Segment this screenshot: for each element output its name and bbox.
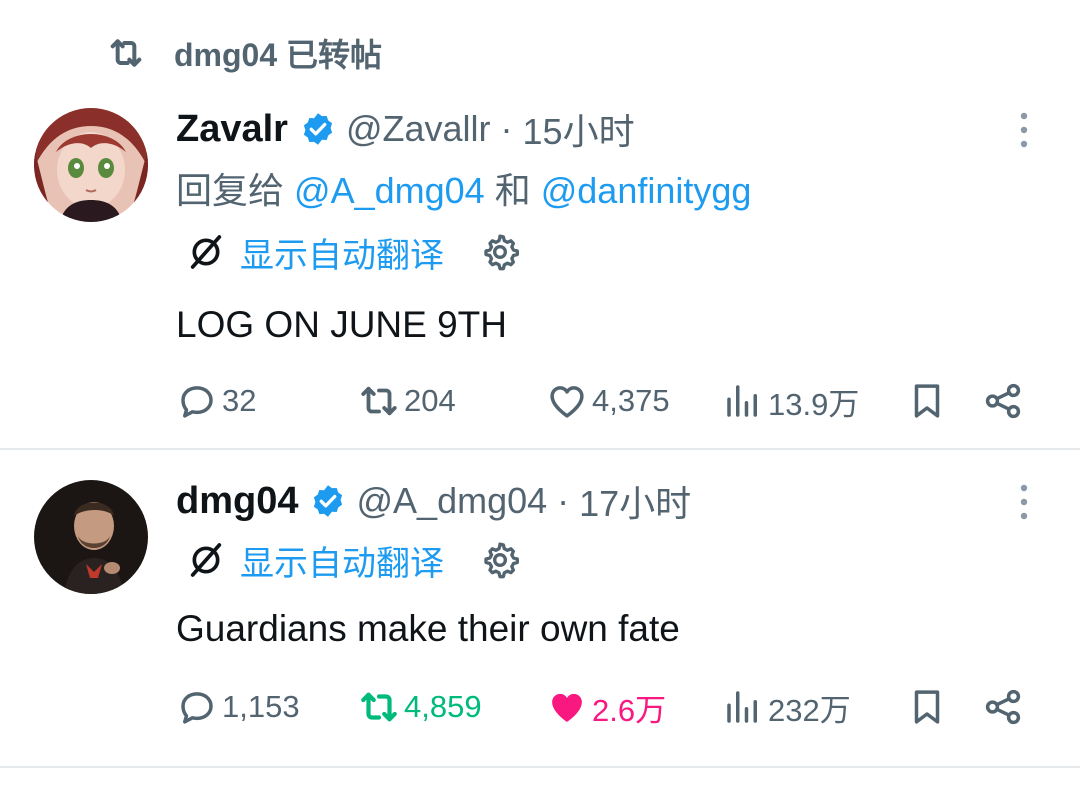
tweet-header: dmg04 @A_dmg04 · 17小时 (176, 476, 691, 526)
settings-gear-icon[interactable] (480, 232, 520, 272)
share-icon (985, 383, 1021, 419)
views-count: 13.9万 (768, 386, 860, 422)
reply-button[interactable]: 32 (176, 376, 256, 426)
heart-icon (550, 386, 584, 418)
action-bar: 32 204 4,375 13.9万 (0, 376, 1080, 426)
retweet-banner[interactable]: dmg04 已转帖 (104, 30, 382, 76)
bookmark-button[interactable] (906, 376, 952, 426)
display-name[interactable]: dmg04 (176, 480, 298, 523)
like-count: 2.6万 (592, 692, 667, 728)
handle[interactable]: @A_dmg04 (356, 480, 547, 522)
handle[interactable]: @Zavallr (346, 108, 491, 150)
tweet-card[interactable]: Zavalr @Zavallr · 15小时 回复给 @A_dmg04 和 @d… (0, 96, 1080, 450)
action-bar: 1,153 4,859 2.6万 232万 (0, 682, 1080, 732)
views-chart-icon (727, 691, 757, 723)
heart-filled-icon (552, 693, 582, 722)
avatar-image (34, 480, 148, 594)
like-count: 4,375 (592, 383, 670, 418)
like-button[interactable]: 4,375 (546, 376, 670, 426)
repost-button[interactable]: 4,859 (358, 682, 482, 732)
repost-icon (361, 386, 397, 416)
share-button[interactable] (982, 376, 1028, 426)
bookmark-button[interactable] (906, 682, 952, 732)
retweet-icon (110, 39, 142, 67)
timestamp[interactable]: 17小时 (579, 475, 691, 527)
views-count: 232万 (768, 692, 851, 728)
views-chart-icon (727, 385, 757, 417)
mention-link[interactable]: @A_dmg04 (294, 170, 485, 211)
timestamp[interactable]: 15小时 (523, 103, 635, 155)
bookmark-icon (914, 690, 940, 724)
repost-count: 4,859 (404, 689, 482, 724)
translate-off-icon (190, 235, 222, 269)
repost-icon (361, 692, 397, 722)
reply-context: 回复给 @A_dmg04 和 @danfinitygg (176, 162, 751, 214)
verified-badge-icon[interactable] (310, 483, 346, 519)
reply-and: 和 (494, 170, 531, 211)
reply-count: 32 (222, 383, 257, 418)
reply-prefix: 回复给 (176, 170, 285, 211)
more-options-icon[interactable] (1014, 482, 1034, 522)
show-translation-link[interactable]: 显示自动翻译 (240, 536, 444, 585)
separator-dot: · (557, 480, 570, 521)
share-button[interactable] (982, 682, 1028, 732)
like-button[interactable]: 2.6万 (546, 682, 666, 732)
repost-count: 204 (404, 383, 456, 418)
avatar[interactable] (34, 480, 148, 594)
display-name[interactable]: Zavalr (176, 108, 288, 151)
settings-gear-icon[interactable] (480, 540, 520, 580)
views-button[interactable]: 232万 (722, 682, 851, 732)
tweet-card[interactable]: dmg04 @A_dmg04 · 17小时 显示自动翻译 Guardians m… (0, 452, 1080, 768)
bookmark-icon (914, 384, 940, 418)
reply-icon (181, 386, 213, 418)
tweet-header: Zavalr @Zavallr · 15小时 (176, 104, 635, 154)
tweet-text: LOG ON JUNE 9TH (176, 304, 507, 345)
reply-icon (181, 692, 213, 724)
show-translation-link[interactable]: 显示自动翻译 (240, 228, 444, 277)
mention-link[interactable]: @danfinitygg (541, 170, 752, 211)
reply-count: 1,153 (222, 689, 300, 724)
translate-off-icon (190, 543, 222, 577)
repost-button[interactable]: 204 (358, 376, 456, 426)
reply-button[interactable]: 1,153 (176, 682, 300, 732)
avatar[interactable] (34, 108, 148, 222)
separator-dot: · (500, 108, 513, 149)
translate-row: 显示自动翻译 (186, 536, 520, 585)
avatar-image (34, 108, 148, 222)
verified-badge-icon[interactable] (300, 111, 336, 147)
tweet-text: Guardians make their own fate (176, 608, 680, 649)
translate-row: 显示自动翻译 (186, 228, 520, 277)
more-options-icon[interactable] (1014, 110, 1034, 150)
retweet-banner-text: dmg04 已转帖 (174, 37, 383, 73)
views-button[interactable]: 13.9万 (722, 376, 859, 426)
share-icon (985, 689, 1021, 725)
